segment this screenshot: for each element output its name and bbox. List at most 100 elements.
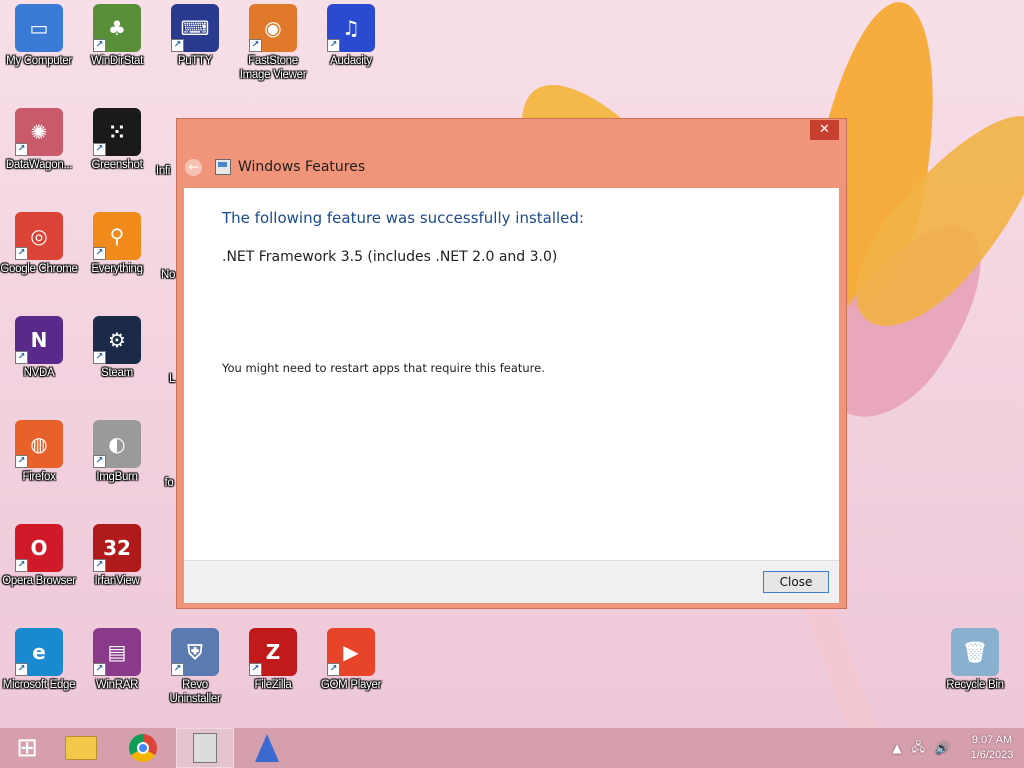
installed-feature-name: .NET Framework 3.5 (includes .NET 2.0 an… [222, 249, 558, 265]
nvda-icon: N ↗ [15, 316, 63, 364]
desktop-icon-filezilla[interactable]: Z ↗ FileZilla [234, 628, 312, 692]
shortcut-arrow-icon: ↗ [171, 663, 184, 676]
shortcut-arrow-icon: ↗ [249, 663, 262, 676]
desktop-icon-faststone[interactable]: ◉ ↗ FastStone Image Viewer [234, 4, 312, 82]
chrome-icon [129, 734, 157, 762]
windirstat-icon: ♣ ↗ [93, 4, 141, 52]
desktop-icon-chrome[interactable]: ◎ ↗ Google Chrome [0, 212, 78, 276]
clock[interactable]: 9:07 AM 1/6/2023 [960, 733, 1024, 763]
desktop-icon-opera[interactable]: O ↗ Opera Browser [0, 524, 78, 588]
dialog-content: The following feature was successfully i… [184, 188, 839, 560]
shortcut-arrow-icon: ↗ [15, 143, 28, 156]
shortcut-arrow-icon: ↗ [249, 39, 262, 52]
desktop-icon-label: Google Chrome [0, 263, 78, 275]
show-hidden-icons-icon[interactable]: ▲ [892, 741, 901, 755]
revo-icon: ⛨ ↗ [171, 628, 219, 676]
back-arrow-icon[interactable]: ← [185, 158, 202, 176]
dialog-title-bar: ← Windows Features [185, 157, 365, 177]
dialog-footer: Close [184, 560, 839, 603]
windows-features-taskbar-icon [193, 733, 217, 763]
desktop-icon-revo[interactable]: ⛨ ↗ Revo Uninstaller [156, 628, 234, 706]
taskbar-windows-features[interactable] [176, 728, 234, 768]
putty-icon: ⌨ ↗ [171, 4, 219, 52]
shortcut-arrow-icon: ↗ [93, 455, 106, 468]
shortcut-arrow-icon: ↗ [327, 663, 340, 676]
recycle-icon: 🗑 [951, 628, 999, 676]
blue-app-icon [255, 734, 279, 762]
faststone-icon: ◉ ↗ [249, 4, 297, 52]
desktop-icon-label: PuTTY [177, 55, 213, 67]
irfanview-icon: 32 ↗ [93, 524, 141, 572]
desktop-icon-gom[interactable]: ▶ ↗ GOM Player [312, 628, 390, 692]
desktop-icon-label: NVDA [23, 367, 55, 379]
desktop-icon-label: DataWagon... [5, 159, 73, 171]
desktop-icon-label: IrfanView [94, 575, 140, 587]
dialog-close-x-button[interactable]: ✕ [810, 120, 839, 140]
desktop-icon-recycle[interactable]: 🗑 Recycle Bin [936, 628, 1014, 692]
restart-note: You might need to restart apps that requ… [222, 361, 545, 375]
clock-date: 1/6/2023 [970, 749, 1014, 761]
desktop-icon-label: Recycle Bin [946, 679, 1004, 691]
partial-icon[interactable]: No [158, 266, 178, 282]
shortcut-arrow-icon: ↗ [93, 559, 106, 572]
shortcut-arrow-icon: ↗ [327, 39, 340, 52]
desktop-icon-my-computer[interactable]: ▭ My Computer [0, 4, 78, 68]
shortcut-arrow-icon: ↗ [93, 247, 106, 260]
desktop-icon-label: GOM Player [320, 679, 382, 691]
shortcut-arrow-icon: ↗ [93, 663, 106, 676]
clock-time: 9:07 AM [971, 734, 1013, 746]
shortcut-arrow-icon: ↗ [15, 247, 28, 260]
desktop-icon-irfanview[interactable]: 32 ↗ IrfanView [78, 524, 156, 588]
shortcut-arrow-icon: ↗ [15, 559, 28, 572]
desktop-icon-imgburn[interactable]: ◐ ↗ ImgBurn [78, 420, 156, 484]
desktop-icon-label: Firefox [22, 471, 56, 483]
desktop-icon-putty[interactable]: ⌨ ↗ PuTTY [156, 4, 234, 68]
shortcut-arrow-icon: ↗ [93, 39, 106, 52]
start-button[interactable]: ⊞ [0, 728, 54, 768]
desktop-icon-edge[interactable]: e ↗ Microsoft Edge [0, 628, 78, 692]
desktop-icon-label: WinDirStat [91, 55, 143, 67]
shortcut-arrow-icon: ↗ [15, 455, 28, 468]
close-button[interactable]: Close [763, 571, 829, 593]
steam-icon: ⚙ ↗ [93, 316, 141, 364]
shortcut-arrow-icon: ↗ [93, 143, 106, 156]
desktop-icon-datawagon[interactable]: ✺ ↗ DataWagon... [0, 108, 78, 172]
everything-icon: ⚲ ↗ [93, 212, 141, 260]
desktop-icon-windirstat[interactable]: ♣ ↗ WinDirStat [78, 4, 156, 68]
shortcut-arrow-icon: ↗ [15, 351, 28, 364]
network-icon[interactable]: 🖧 [912, 738, 925, 759]
dialog-title: Windows Features [238, 159, 366, 175]
chrome-icon: ◎ ↗ [15, 212, 63, 260]
desktop-icon-steam[interactable]: ⚙ ↗ Steam [78, 316, 156, 380]
desktop-icon-nvda[interactable]: N ↗ NVDA [0, 316, 78, 380]
desktop-icon-everything[interactable]: ⚲ ↗ Everything [78, 212, 156, 276]
desktop-icon-label: Everything [91, 263, 143, 275]
desktop-icon-firefox[interactable]: ◍ ↗ Firefox [0, 420, 78, 484]
opera-icon: O ↗ [15, 524, 63, 572]
windows-features-dialog: ✕ ← Windows Features The following featu… [176, 118, 847, 609]
greenshot-icon: ⁙ ↗ [93, 108, 141, 156]
desktop-icon-winrar[interactable]: ▤ ↗ WinRAR [78, 628, 156, 692]
folder-icon [65, 736, 97, 760]
desktop-icon-greenshot[interactable]: ⁙ ↗ Greenshot [78, 108, 156, 172]
desktop-icon-label: FileZilla [254, 679, 292, 691]
shortcut-arrow-icon: ↗ [93, 351, 106, 364]
desktop-icon-audacity[interactable]: ♫ ↗ Audacity [312, 4, 390, 68]
datawagon-icon: ✺ ↗ [15, 108, 63, 156]
taskbar: ⊞ ▲ 🖧 🔊 9:07 AM 1/6/2023 [0, 728, 1024, 768]
success-heading: The following feature was successfully i… [222, 209, 584, 227]
taskbar-chrome[interactable] [116, 728, 170, 768]
edge-icon: e ↗ [15, 628, 63, 676]
partial-icon[interactable]: Infi [148, 162, 178, 178]
desktop-icon-label: Opera Browser [2, 575, 76, 587]
desktop-icon-label: Greenshot [91, 159, 143, 171]
desktop-icon-label: FastStone Image Viewer [239, 55, 307, 81]
taskbar-app[interactable] [240, 728, 294, 768]
shortcut-arrow-icon: ↗ [15, 663, 28, 676]
filezilla-icon: Z ↗ [249, 628, 297, 676]
volume-icon[interactable]: 🔊 [935, 741, 950, 755]
windows-features-icon [215, 159, 231, 175]
audacity-icon: ♫ ↗ [327, 4, 375, 52]
gom-icon: ▶ ↗ [327, 628, 375, 676]
taskbar-file-explorer[interactable] [54, 728, 108, 768]
